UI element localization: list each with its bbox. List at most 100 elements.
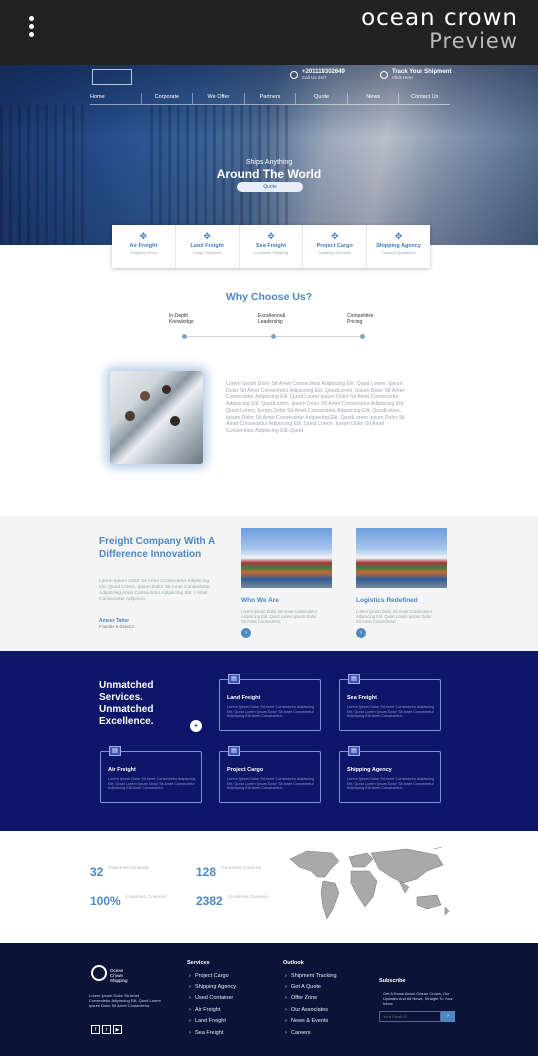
footer	[0, 943, 538, 1056]
propeller-icon: ✥	[394, 231, 403, 241]
propeller-icon: ✥	[331, 231, 339, 241]
twitter-icon[interactable]: t	[102, 1025, 111, 1034]
box-text: Lorem Ipsum Dolor Sit Amet Consectetur A…	[227, 777, 315, 791]
phone-sub: Call Us 24/7	[302, 75, 327, 80]
footer-link[interactable]: Shipment Tracking	[285, 973, 337, 979]
box-sea-freight[interactable]: ▤ Sea Freight Lorem Ipsum Dolor Sit Amet C…	[339, 674, 441, 731]
timeline-dot[interactable]	[182, 334, 187, 339]
arrow-right-icon[interactable]: ›	[356, 628, 366, 638]
menu-icon[interactable]	[26, 16, 36, 40]
nav-home[interactable]: Home	[90, 93, 141, 104]
box-text: Lorem Ipsum Dolor Sit Amet Consectetur A…	[227, 705, 315, 719]
footer-logo[interactable]: Ocean Crown Shipping	[91, 965, 135, 985]
box-air-freight[interactable]: ▤ Air Freight Lorem Ipsum Dolor Sit Amet C…	[100, 746, 202, 803]
footer-link[interactable]: Offer Zone	[285, 995, 317, 1001]
nav-contact[interactable]: Contact Us	[398, 93, 450, 104]
meeting-photo	[110, 371, 203, 464]
footer-link[interactable]: Shipping Agency	[189, 984, 236, 990]
box-title: Land Freight	[227, 695, 261, 701]
gear-icon	[380, 71, 388, 79]
app-bar: ocean crown Preview	[0, 0, 538, 65]
footer-services-title: Services	[187, 960, 210, 966]
footer-link[interactable]: News & Events	[285, 1018, 328, 1024]
footer-link[interactable]: Project Cargo	[189, 973, 229, 979]
email-field[interactable]	[379, 1011, 441, 1022]
service-air-freight[interactable]: ✥ Air Freight Shipping World	[112, 225, 175, 268]
why-item-knowledge: In-Depth Knowledge	[169, 313, 194, 325]
plus-icon[interactable]: +	[190, 720, 202, 732]
box-title: Air Freight	[108, 767, 136, 773]
stat-label: Countries Covered	[108, 866, 149, 871]
card-title-logistics[interactable]: Logistics Redefined	[356, 597, 418, 604]
service-sea-freight[interactable]: ✥ Sea Freight Container Shipping	[238, 225, 303, 268]
subscribe-button[interactable]: ›	[441, 1011, 455, 1022]
footer-about: Lorem Ipsum Dolor Sit Amet Consectetur A…	[89, 993, 161, 1008]
why-paragraph: Lorem Ipsum Dolor Sit Amet Consectetur A…	[226, 381, 405, 434]
box-project-cargo[interactable]: ▤ Project Cargo Lorem Ipsum Dolor Sit Amet…	[219, 746, 321, 803]
site-logo[interactable]	[92, 69, 132, 85]
footer-link[interactable]: Careers	[285, 1030, 310, 1036]
plane-icon: ▤	[109, 746, 121, 756]
service-sub: Trusted Operations	[381, 250, 416, 255]
phone-info[interactable]: +201119302649 Call Us 24/7	[290, 69, 345, 80]
stat-countries-32: 32 Countries Covered	[90, 865, 148, 879]
stat-countries-128: 128 Countries Covered	[196, 865, 261, 879]
arrow-right-icon[interactable]: ›	[241, 628, 251, 638]
app-brand: ocean crown Preview	[361, 5, 518, 53]
quote-button[interactable]: Quote	[237, 182, 303, 192]
unmatched-heading: Unmatched Services. Unmatched Excellence…	[99, 680, 154, 727]
nav-quote[interactable]: Quote	[295, 93, 347, 104]
timeline-dot[interactable]	[271, 334, 276, 339]
footer-link[interactable]: Air Freight	[189, 1007, 220, 1013]
card-title-who[interactable]: Who We Are	[241, 597, 279, 604]
service-title: Project Cargo	[316, 243, 353, 249]
service-title: Land Freight	[190, 243, 224, 249]
logo-mark-icon	[91, 965, 107, 981]
track-shipment[interactable]: Track Your Shipment Click Here	[380, 69, 451, 80]
footer-link[interactable]: Get A Quote	[285, 984, 321, 990]
card-text-logistics: Lorem Ipsum Dolor Sit Amet Consectetur A…	[356, 609, 433, 624]
box-title: Project Cargo	[227, 767, 264, 773]
nav-news[interactable]: News	[346, 93, 399, 104]
footer-link[interactable]: Land Freight	[189, 1018, 226, 1024]
timeline-dot[interactable]	[360, 334, 365, 339]
why-item-leadership: Excellence& Leadership	[258, 313, 286, 325]
why-title: Why Choose Us?	[225, 291, 313, 303]
box-text: Lorem Ipsum Dolor Sit Amet Consectetur A…	[347, 777, 435, 791]
phone-icon	[290, 71, 298, 79]
service-sub: Shipping World	[129, 250, 157, 255]
founder-role: Founder & Director	[99, 624, 135, 629]
truck-icon: ▤	[228, 674, 240, 684]
youtube-icon[interactable]: ▶	[113, 1025, 122, 1034]
hero-tagline-small: Ships Anything	[245, 159, 293, 166]
website-preview: +201119302649 Call Us 24/7 Track Your Sh…	[0, 65, 538, 1056]
stat-value: 2382	[196, 894, 223, 908]
facebook-icon[interactable]: f	[91, 1025, 100, 1034]
box-land-freight[interactable]: ▤ Land Freight Lorem Ipsum Dolor Sit Amet …	[219, 674, 321, 731]
freight-title: Freight Company With A Difference Innova…	[99, 536, 215, 560]
nav-corporate[interactable]: Corporate	[140, 93, 193, 104]
preview-label: Preview	[429, 29, 518, 53]
service-sub: Handling Services	[318, 250, 351, 255]
crate-icon: ▤	[228, 746, 240, 756]
service-project-cargo[interactable]: ✥ Project Cargo Handling Services	[302, 225, 366, 268]
hero-tagline: Around The World	[216, 167, 322, 181]
footer-link[interactable]: Used Container	[189, 995, 233, 1001]
service-shipping-agency[interactable]: ✥ Shipping Agency Trusted Operations	[366, 225, 430, 268]
track-sub: Click Here	[392, 75, 413, 80]
footer-logo-text: Ocean Crown Shipping	[110, 968, 128, 983]
stat-label: Countries Covered	[221, 866, 262, 871]
footer-link[interactable]: Sea Freight	[189, 1030, 224, 1036]
services-strip: ✥ Air Freight Shipping World ✥ Land Freight…	[112, 225, 430, 268]
nav-we-offer[interactable]: We Offer	[192, 93, 244, 104]
stat-value: 100%	[90, 894, 121, 908]
nav-partners[interactable]: Partners	[243, 93, 296, 104]
stat-label: Countries Covered	[125, 895, 166, 900]
founder-signature: Ameer Taher Founder & Director	[99, 618, 134, 629]
service-title: Air Freight	[129, 243, 158, 249]
service-land-freight[interactable]: ✥ Land Freight Cargo Transport	[174, 225, 239, 268]
box-shipping-agency[interactable]: ▤ Shipping Agency Lorem Ipsum Dolor Sit Am…	[339, 746, 441, 803]
who-we-are-image	[241, 528, 332, 588]
why-item-pricing: Competitive Pricing	[347, 313, 374, 325]
footer-link[interactable]: Our Associates	[285, 1007, 328, 1013]
